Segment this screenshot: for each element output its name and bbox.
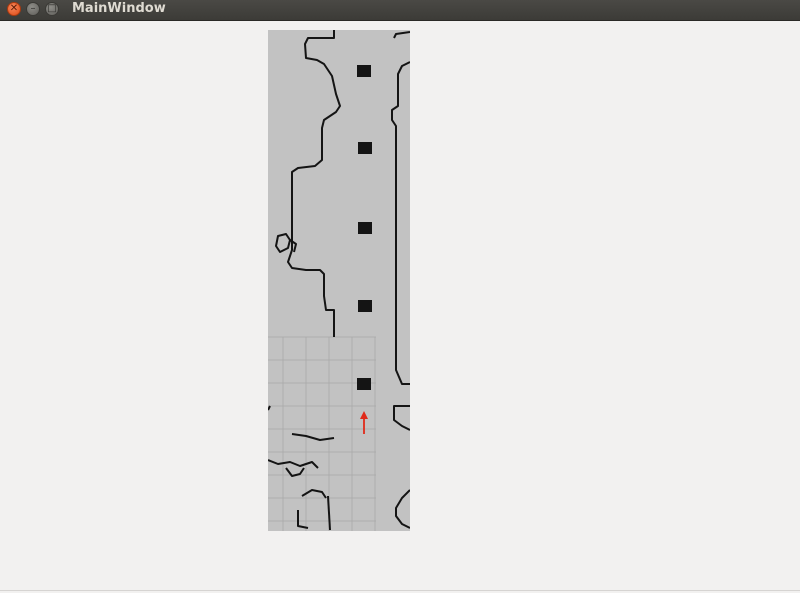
maximize-button[interactable]: □ — [45, 2, 59, 16]
pillar — [358, 222, 372, 234]
occupancy-map — [268, 30, 410, 531]
close-icon: ✕ — [9, 3, 19, 14]
map-walls — [268, 30, 410, 531]
minimize-icon: – — [30, 3, 36, 14]
pillar — [357, 378, 371, 390]
pillar — [358, 142, 372, 154]
robot-pose-arrow — [360, 411, 368, 434]
maximize-icon: □ — [47, 3, 57, 14]
minimize-button[interactable]: – — [26, 2, 40, 16]
pillar — [358, 300, 372, 312]
close-button[interactable]: ✕ — [7, 2, 21, 16]
map-grid — [268, 336, 376, 531]
pillar — [357, 65, 371, 77]
window-bottom-divider — [0, 590, 800, 591]
map-pillars — [357, 65, 372, 390]
map-view[interactable] — [268, 30, 410, 531]
window-title: MainWindow — [72, 1, 166, 16]
title-bar: ✕ – □ MainWindow — [0, 0, 800, 21]
